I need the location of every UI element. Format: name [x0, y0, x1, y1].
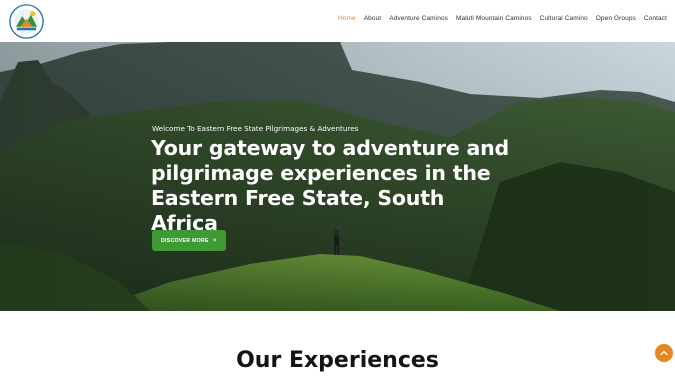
scroll-to-top-button[interactable]	[655, 344, 673, 362]
nav-item-contact[interactable]: Contact	[644, 15, 667, 22]
nav-item-adventure-caminos[interactable]: Adventure Caminos	[389, 15, 448, 22]
site-header: Home About Adventure Caminos Maluti Moun…	[0, 0, 675, 42]
site-logo[interactable]	[9, 4, 44, 39]
hero-headline: Your gateway to adventure and pilgrimage…	[151, 136, 509, 235]
section-title-our-experiences: Our Experiences	[236, 348, 439, 373]
hero-welcome-text: Welcome To Eastern Free State Pilgrimage…	[152, 124, 359, 133]
nav-item-open-groups[interactable]: Open Groups	[596, 15, 636, 22]
nav-item-home[interactable]: Home	[338, 15, 356, 22]
discover-more-button[interactable]: DISCOVER MORE »	[152, 230, 226, 251]
nav-item-maluti-mountain-caminos[interactable]: Maluti Mountain Caminos	[456, 15, 532, 22]
nav-item-about[interactable]: About	[364, 15, 382, 22]
nav-item-cultural-camino[interactable]: Cultural Camino	[540, 15, 588, 22]
double-chevron-right-icon: »	[212, 236, 217, 244]
main-nav: Home About Adventure Caminos Maluti Moun…	[338, 15, 667, 22]
discover-more-label: DISCOVER MORE	[161, 237, 209, 244]
chevron-up-icon	[660, 350, 668, 356]
hero-section: Welcome To Eastern Free State Pilgrimage…	[0, 42, 675, 311]
